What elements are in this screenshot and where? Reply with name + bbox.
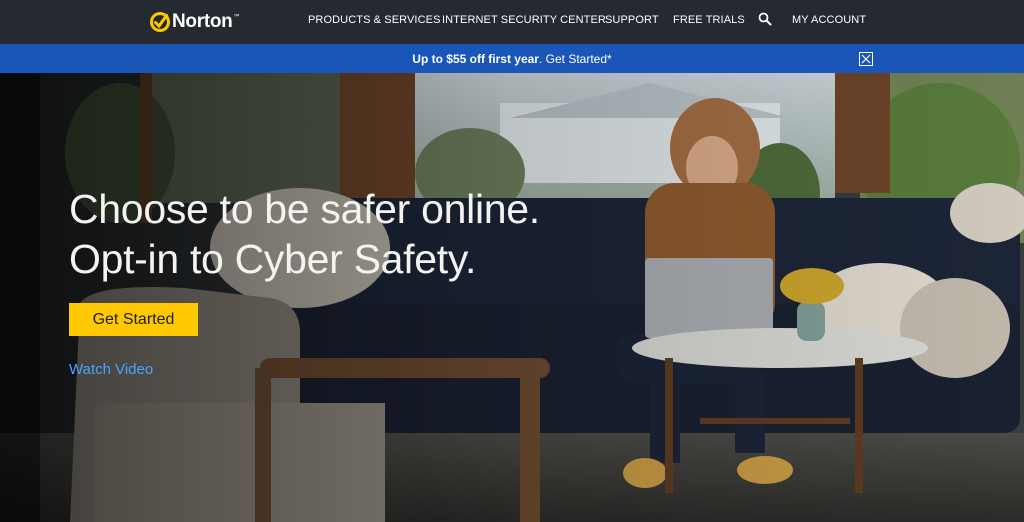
promo-get-started-link[interactable]: Get Started* <box>546 52 612 66</box>
norton-logo[interactable]: Norton ™ <box>150 10 239 34</box>
watch-video-link[interactable]: Watch Video <box>69 361 153 378</box>
hero-headline-line2: Opt-in to Cyber Safety. <box>69 236 477 282</box>
search-icon[interactable] <box>758 12 772 26</box>
brand-name: Norton <box>172 11 233 32</box>
hero-section: Choose to be safer online. Opt-in to Cyb… <box>0 73 1024 522</box>
nav-internet-security-center[interactable]: INTERNET SECURITY CENTER <box>442 14 606 26</box>
hero-headline-line1: Choose to be safer online. <box>69 186 540 232</box>
hero-background-photo <box>0 73 1024 522</box>
close-icon[interactable] <box>859 52 873 66</box>
nav-free-trials[interactable]: FREE TRIALS <box>673 14 745 26</box>
norton-check-icon <box>150 12 170 32</box>
nav-support[interactable]: SUPPORT <box>605 14 659 26</box>
nav-products-services[interactable]: PRODUCTS & SERVICES <box>308 14 441 26</box>
promo-offer: Up to $55 off first year <box>412 52 539 66</box>
top-navigation: Norton ™ PRODUCTS & SERVICES INTERNET SE… <box>0 0 1024 44</box>
trademark-mark: ™ <box>233 14 240 20</box>
nav-my-account[interactable]: MY ACCOUNT <box>792 14 866 26</box>
get-started-button[interactable]: Get Started <box>69 303 198 336</box>
